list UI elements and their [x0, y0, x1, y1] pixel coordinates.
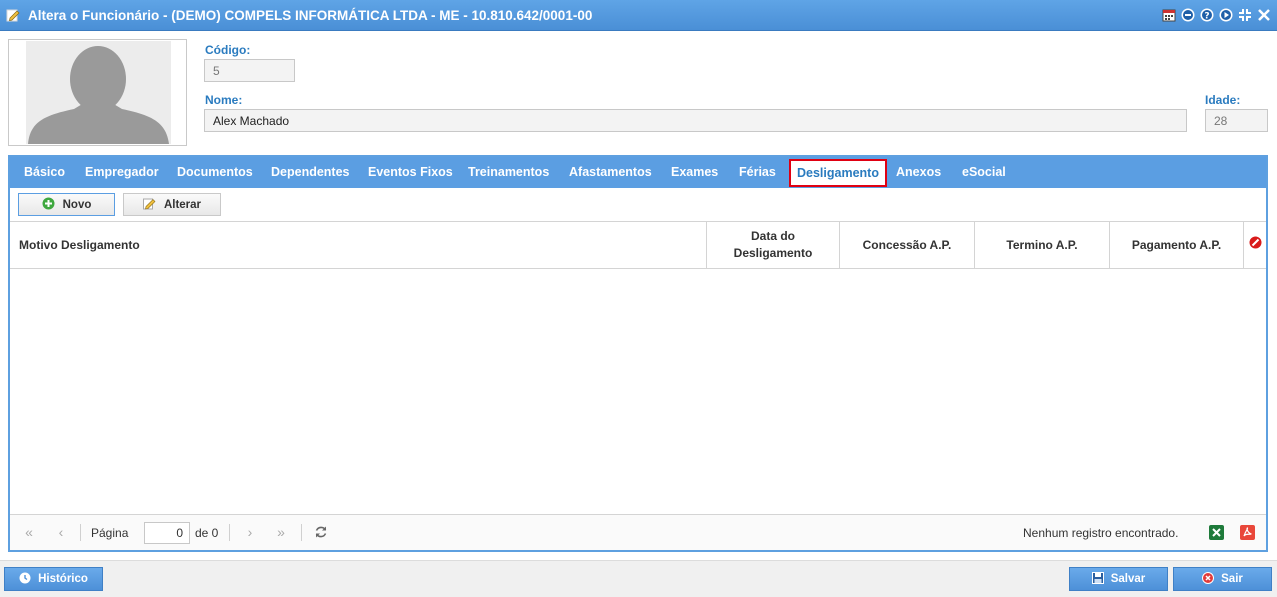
last-page-icon[interactable]: » [274, 525, 288, 539]
employee-photo[interactable] [8, 39, 187, 146]
tab-panel: Básico Empregador Documentos Dependentes… [8, 155, 1268, 552]
tab-ferias[interactable]: Férias [739, 157, 776, 188]
exit-icon [1202, 571, 1215, 587]
page-label: Página [91, 526, 129, 540]
collapse-icon[interactable] [1237, 8, 1252, 23]
idade-label: Idade: [1205, 93, 1241, 107]
grid-header: Motivo Desligamento Data do Desligamento… [10, 221, 1266, 269]
tab-empregador[interactable]: Empregador [85, 157, 159, 188]
add-icon [42, 197, 55, 213]
sair-label: Sair [1221, 573, 1243, 585]
alterar-button[interactable]: Alterar [123, 193, 221, 216]
window-title: Altera o Funcionário - (DEMO) COMPELS IN… [28, 8, 593, 23]
pdf-export-icon[interactable] [1240, 525, 1255, 540]
column-termino-ap[interactable]: Termino A.P. [974, 222, 1109, 268]
clock-icon [19, 572, 31, 587]
footer-bar: Histórico Salvar Sair [0, 560, 1277, 597]
novo-label: Novo [62, 198, 92, 211]
first-page-icon[interactable]: « [22, 525, 36, 539]
edit-icon [142, 197, 156, 213]
previous-page-icon[interactable]: ‹ [54, 525, 68, 539]
alterar-label: Alterar [163, 198, 202, 211]
tab-basico[interactable]: Básico [24, 157, 65, 188]
historico-label: Histórico [38, 573, 88, 585]
save-icon [1091, 571, 1104, 587]
tab-bar: Básico Empregador Documentos Dependentes… [10, 157, 1266, 188]
column-data-desligamento-label: Data do Desligamento [733, 229, 813, 260]
edit-icon [6, 8, 20, 22]
pagination-bar: « ‹ Página 0 de 0 › » Nenhum registro en… [10, 514, 1266, 550]
salvar-button[interactable]: Salvar [1069, 567, 1168, 591]
tab-eventos-fixos[interactable]: Eventos Fixos [368, 157, 453, 188]
help-icon[interactable]: ? [1199, 8, 1214, 23]
tab-desligamento[interactable]: Desligamento [789, 159, 887, 187]
refresh-icon[interactable] [314, 525, 328, 539]
page-count: de 0 [195, 526, 219, 540]
idade-field[interactable]: 28 [1205, 109, 1268, 132]
nome-field[interactable]: Alex Machado [204, 109, 1187, 132]
tab-exames[interactable]: Exames [671, 157, 718, 188]
column-concessao-ap[interactable]: Concessão A.P. [839, 222, 974, 268]
pager-separator [229, 524, 230, 541]
close-icon[interactable] [1256, 8, 1271, 23]
historico-button[interactable]: Histórico [4, 567, 103, 591]
salvar-label: Salvar [1110, 573, 1146, 585]
page-number-input[interactable]: 0 [144, 522, 190, 544]
play-icon[interactable] [1218, 8, 1233, 23]
excel-export-icon[interactable] [1209, 525, 1224, 540]
window-titlebar: Altera o Funcionário - (DEMO) COMPELS IN… [0, 0, 1277, 31]
pager-separator [301, 524, 302, 541]
tab-documentos[interactable]: Documentos [177, 157, 253, 188]
grid-body [10, 269, 1266, 514]
codigo-label: Código: [205, 43, 251, 57]
calendar-icon[interactable] [1161, 8, 1176, 23]
tab-afastamentos[interactable]: Afastamentos [569, 157, 652, 188]
column-actions [1243, 222, 1266, 268]
pager-status: Nenhum registro encontrado. [1023, 526, 1179, 540]
column-pagamento-ap[interactable]: Pagamento A.P. [1109, 222, 1243, 268]
tab-treinamentos[interactable]: Treinamentos [468, 157, 549, 188]
codigo-field[interactable]: 5 [204, 59, 295, 82]
sair-button[interactable]: Sair [1173, 567, 1272, 591]
tab-esocial[interactable]: eSocial [962, 157, 1006, 188]
svg-text:?: ? [1204, 12, 1209, 22]
avatar-placeholder [26, 41, 171, 144]
column-motivo-desligamento[interactable]: Motivo Desligamento [10, 222, 707, 268]
minimize-icon[interactable] [1180, 8, 1195, 23]
next-page-icon[interactable]: › [243, 525, 257, 539]
novo-button[interactable]: Novo [18, 193, 115, 216]
tab-dependentes[interactable]: Dependentes [271, 157, 350, 188]
tab-anexos[interactable]: Anexos [896, 157, 941, 188]
delete-icon[interactable] [1249, 236, 1262, 254]
column-data-desligamento[interactable]: Data do Desligamento [706, 222, 839, 268]
nome-label: Nome: [205, 93, 243, 107]
pager-separator [80, 524, 81, 541]
